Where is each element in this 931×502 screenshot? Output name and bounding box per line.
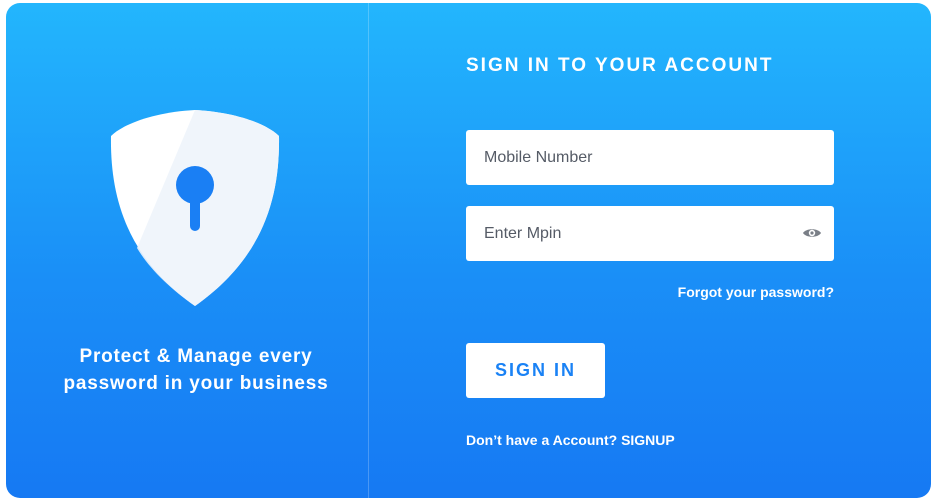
signin-title: SIGN IN TO YOUR ACCOUNT [466, 55, 774, 76]
signup-prompt: Don’t have a Account? SIGNUP [466, 432, 675, 448]
mpin-input[interactable] [466, 206, 784, 261]
brand-tagline: Protect & Manage every password in your … [26, 343, 366, 397]
signup-prompt-text: Don’t have a Account? [466, 432, 618, 448]
mobile-number-input[interactable] [466, 130, 784, 185]
signup-link[interactable]: SIGNUP [621, 432, 675, 448]
tagline-line-1: Protect & Manage every [79, 346, 313, 367]
tagline-line-2: password in your business [63, 373, 329, 394]
shield-keyhole-icon [110, 110, 280, 306]
eye-icon[interactable] [802, 224, 822, 242]
login-card: Protect & Manage every password in your … [6, 3, 931, 498]
forgot-password-link[interactable]: Forgot your password? [466, 284, 834, 300]
mpin-field [466, 206, 834, 261]
mobile-number-field [466, 130, 834, 185]
signin-button[interactable]: SIGN IN [466, 343, 605, 398]
brand-panel: Protect & Manage every password in your … [6, 3, 368, 498]
signin-panel: SIGN IN TO YOUR ACCOUNT Forgot your pass… [369, 3, 931, 498]
